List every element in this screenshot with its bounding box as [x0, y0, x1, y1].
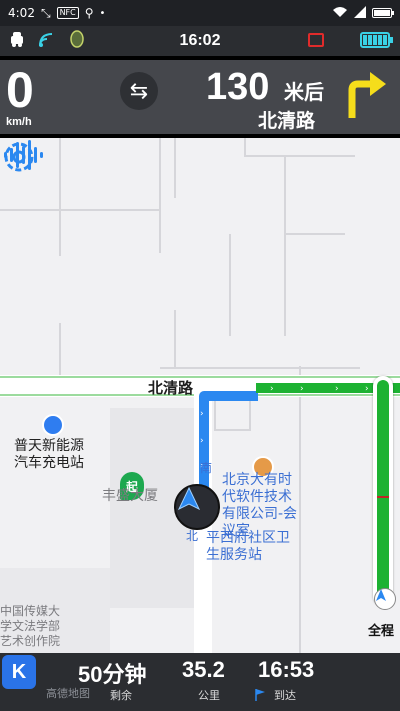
next-road-name: 北清路 — [258, 110, 316, 132]
wifi-icon — [332, 6, 348, 21]
arrival-time: 16:53 — [258, 657, 315, 682]
svg-text:›: › — [200, 436, 204, 446]
device-battery-icon — [360, 32, 393, 48]
road-char-bei: 北 — [186, 529, 199, 543]
flag-icon — [255, 689, 265, 701]
current-speed: 0 — [6, 62, 34, 118]
system-status-bar: 4:02 ⤡ NFC ⚲ • — [0, 0, 400, 26]
app-letter: K — [11, 660, 27, 683]
poi-cuc-institute[interactable]: 中国传媒大学文法学部艺术创作院 — [0, 604, 64, 649]
map-canvas: › › › › › › › › › — [0, 138, 400, 653]
next-turn-distance: 130 — [206, 66, 270, 108]
signal-icon — [354, 5, 366, 21]
nfc-icon: NFC — [56, 7, 79, 19]
battery-icon — [372, 8, 394, 18]
progress-car-icon — [374, 588, 396, 610]
poi-health-station[interactable]: 平西府社区卫生服务站 — [206, 530, 296, 564]
poi-fengsheng[interactable]: 丰盛大厦 — [102, 488, 158, 505]
speed-unit: km/h — [6, 116, 32, 128]
status-time: 4:02 — [8, 6, 35, 20]
rotate-lock-icon: ⤡ — [40, 5, 51, 20]
gps-signal-icon — [38, 30, 56, 52]
map-view[interactable]: › › › › › › › › › 北清路 普天新能源汽车充电站 起 丰盛大厦 … — [0, 138, 400, 653]
next-turn-distance-unit: 米后 — [284, 80, 324, 104]
svg-text:›: › — [270, 384, 274, 394]
route-progress-bar[interactable] — [373, 376, 396, 610]
nav-clock: 16:02 — [179, 32, 221, 49]
nav-top-bar: 16:02 — [0, 26, 400, 56]
overview-button[interactable]: 全程 — [368, 620, 394, 639]
trip-info-bar: K 高德地图 50分钟 剩余 35.2 公里 16:53 到达 — [0, 653, 400, 711]
svg-text:›: › — [335, 384, 339, 394]
svg-text:›: › — [200, 409, 204, 419]
svg-text:›: › — [220, 384, 224, 394]
record-icon[interactable] — [308, 33, 324, 47]
svg-text:›: › — [240, 384, 244, 394]
charging-station-icon[interactable] — [42, 414, 64, 436]
road-char-nan: 南 — [200, 461, 213, 475]
location-icon: ⚲ — [84, 6, 94, 20]
svg-text:›: › — [300, 384, 304, 394]
road-label-main: 北清路 — [148, 379, 194, 397]
settings-gear-icon[interactable] — [0, 138, 38, 176]
compass-icon[interactable] — [68, 30, 86, 52]
turn-right-arrow-icon — [348, 72, 386, 118]
current-location-car — [174, 484, 220, 530]
guidance-panel: 0 km/h ⇆ 130 米后 北清路 — [0, 60, 400, 134]
remaining-distance-label: 公里 — [198, 689, 220, 702]
remaining-time-label: 剩余 — [110, 689, 132, 702]
arrival-time-label: 到达 — [274, 689, 296, 702]
poi-charging-station[interactable]: 普天新能源汽车充电站 — [14, 438, 94, 472]
remaining-time: 50分钟 — [78, 662, 147, 687]
remaining-distance: 35.2 — [182, 657, 225, 682]
svg-text:›: › — [365, 384, 369, 394]
route-progress-track — [377, 380, 389, 602]
more-dots-icon: • — [99, 7, 106, 19]
route-progress-marker — [377, 495, 389, 498]
switch-route-button[interactable]: ⇆ — [120, 72, 158, 110]
app-home-button[interactable]: K — [2, 655, 36, 689]
car-mode-icon[interactable] — [8, 30, 26, 52]
